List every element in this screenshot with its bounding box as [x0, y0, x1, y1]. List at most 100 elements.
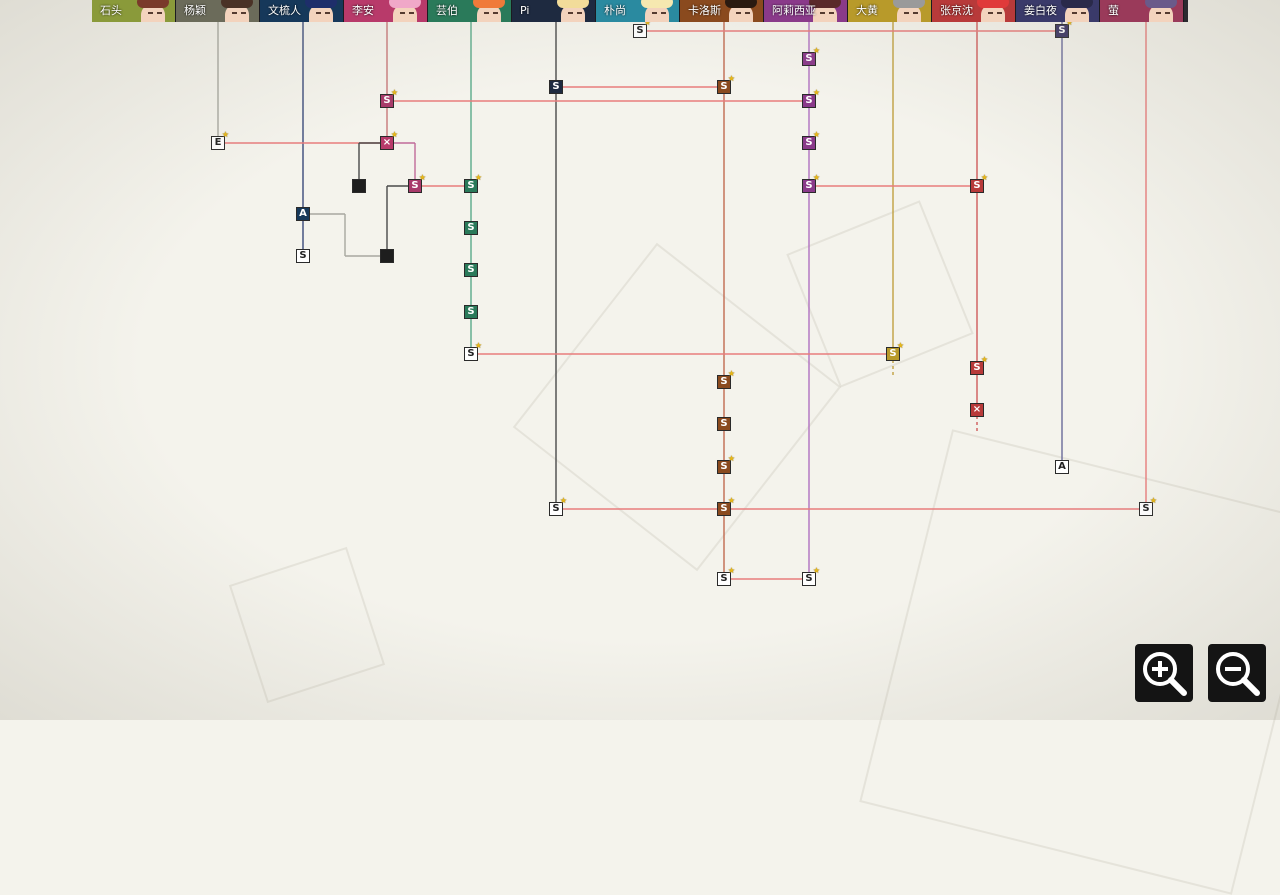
character-tab[interactable]: 朴尚: [596, 0, 680, 22]
story-node[interactable]: S ★: [717, 497, 735, 516]
star-icon: ★: [390, 130, 398, 139]
star-icon: ★: [812, 173, 820, 182]
story-node-label: S: [973, 180, 981, 191]
story-node[interactable]: S ★: [717, 567, 735, 586]
story-node[interactable]: S ★: [802, 47, 820, 66]
star-icon: ★: [727, 369, 735, 378]
story-node[interactable]: S: [464, 305, 478, 319]
character-tab[interactable]: 李安: [344, 0, 428, 22]
star-icon: ★: [812, 566, 820, 575]
character-name: 芸伯: [436, 4, 458, 17]
story-node-label: S: [1058, 25, 1066, 36]
character-name: 张京沈: [940, 4, 973, 17]
story-node[interactable]: S ★: [380, 89, 398, 108]
character-tab[interactable]: 萤: [1100, 0, 1184, 22]
character-tab[interactable]: 阿莉西亚: [764, 0, 848, 22]
story-node-label: S: [720, 376, 728, 387]
story-node-label: S: [720, 418, 728, 429]
character-tab[interactable]: 杨颖: [176, 0, 260, 22]
story-node[interactable]: S ★: [717, 75, 735, 94]
story-node[interactable]: S ★: [1139, 497, 1157, 516]
story-node[interactable]: S ★: [1055, 19, 1073, 38]
character-tab[interactable]: Pi: [512, 0, 596, 22]
character-portrait: [971, 0, 1015, 22]
story-node-label: ×: [972, 404, 982, 415]
character-portrait: [887, 0, 931, 22]
story-node-label: S: [720, 81, 728, 92]
story-node-label: S: [467, 306, 475, 317]
star-icon: ★: [727, 496, 735, 505]
zoom-in-icon: [1143, 652, 1187, 696]
story-node-label: S: [467, 180, 475, 191]
character-tab[interactable]: 文梳人: [260, 0, 344, 22]
story-node-label: S: [411, 180, 419, 191]
zoom-in-button[interactable]: [1135, 644, 1193, 702]
star-icon: ★: [559, 496, 567, 505]
character-name: 大黄: [856, 4, 878, 17]
story-node[interactable]: S ★: [802, 174, 820, 193]
story-node[interactable]: S ★: [408, 174, 426, 193]
story-node[interactable]: × ★: [380, 131, 398, 150]
story-node-label: E: [214, 137, 222, 148]
character-name: 阿莉西亚: [772, 4, 816, 17]
story-node[interactable]: S ★: [717, 455, 735, 474]
story-node[interactable]: S ★: [549, 497, 567, 516]
character-tab[interactable]: 卡洛斯: [680, 0, 764, 22]
character-portrait: [215, 0, 259, 22]
character-name: 卡洛斯: [688, 4, 721, 17]
story-node[interactable]: S ★: [633, 19, 651, 38]
story-node-label: S: [805, 573, 813, 584]
story-node[interactable]: S ★: [802, 567, 820, 586]
story-node[interactable]: ×: [970, 403, 984, 417]
locked-story-node[interactable]: [352, 179, 366, 193]
story-node-label: S: [805, 53, 813, 64]
star-icon: ★: [221, 130, 229, 139]
star-icon: ★: [812, 88, 820, 97]
character-portrait: [1055, 0, 1099, 22]
story-node-label: A: [1058, 461, 1066, 472]
story-node[interactable]: S: [464, 263, 478, 277]
story-node[interactable]: S: [717, 417, 731, 431]
story-node[interactable]: S ★: [970, 174, 988, 193]
story-node-label: A: [299, 208, 307, 219]
story-map-canvas[interactable]: S ★ S ★ S ★ S S ★ S ★ S ★ E ★ × ★ S ★ S ★ S ★ S ★ S ★ A S S S S S ★ S ★ S ★ S ★…: [0, 0, 1280, 895]
character-tab[interactable]: 芸伯: [428, 0, 512, 22]
story-node[interactable]: A: [296, 207, 310, 221]
character-tab[interactable]: 石头: [92, 0, 176, 22]
star-icon: ★: [980, 355, 988, 364]
story-node-label: S: [805, 95, 813, 106]
story-node[interactable]: S: [549, 80, 563, 94]
character-tab[interactable]: 大黄: [848, 0, 932, 22]
story-node[interactable]: S ★: [464, 174, 482, 193]
star-icon: ★: [418, 173, 426, 182]
story-node[interactable]: S ★: [970, 356, 988, 375]
star-icon: ★: [812, 46, 820, 55]
star-icon: ★: [812, 130, 820, 139]
story-node-label: S: [383, 95, 391, 106]
locked-story-node[interactable]: [380, 249, 394, 263]
story-node[interactable]: S ★: [802, 131, 820, 150]
story-node[interactable]: S ★: [717, 370, 735, 389]
story-node-label: S: [636, 25, 644, 36]
star-icon: ★: [474, 341, 482, 350]
zoom-out-button[interactable]: [1208, 644, 1266, 702]
character-portrait: [719, 0, 763, 22]
story-node[interactable]: E ★: [211, 131, 229, 150]
story-node[interactable]: S ★: [886, 342, 904, 361]
story-node-label: S: [889, 348, 897, 359]
story-node[interactable]: S ★: [464, 342, 482, 361]
story-node-label: S: [299, 250, 307, 261]
character-tab[interactable]: 张京沈: [932, 0, 1016, 22]
character-portrait: [383, 0, 427, 22]
character-portrait: [131, 0, 175, 22]
story-node-label: S: [720, 503, 728, 514]
star-icon: ★: [390, 88, 398, 97]
story-node[interactable]: S: [464, 221, 478, 235]
star-icon: ★: [980, 173, 988, 182]
story-node[interactable]: S ★: [802, 89, 820, 108]
character-tab[interactable]: 姜白夜: [1016, 0, 1100, 22]
story-node[interactable]: A: [1055, 460, 1069, 474]
star-icon: ★: [727, 74, 735, 83]
story-node-label: S: [467, 348, 475, 359]
story-node[interactable]: S: [296, 249, 310, 263]
